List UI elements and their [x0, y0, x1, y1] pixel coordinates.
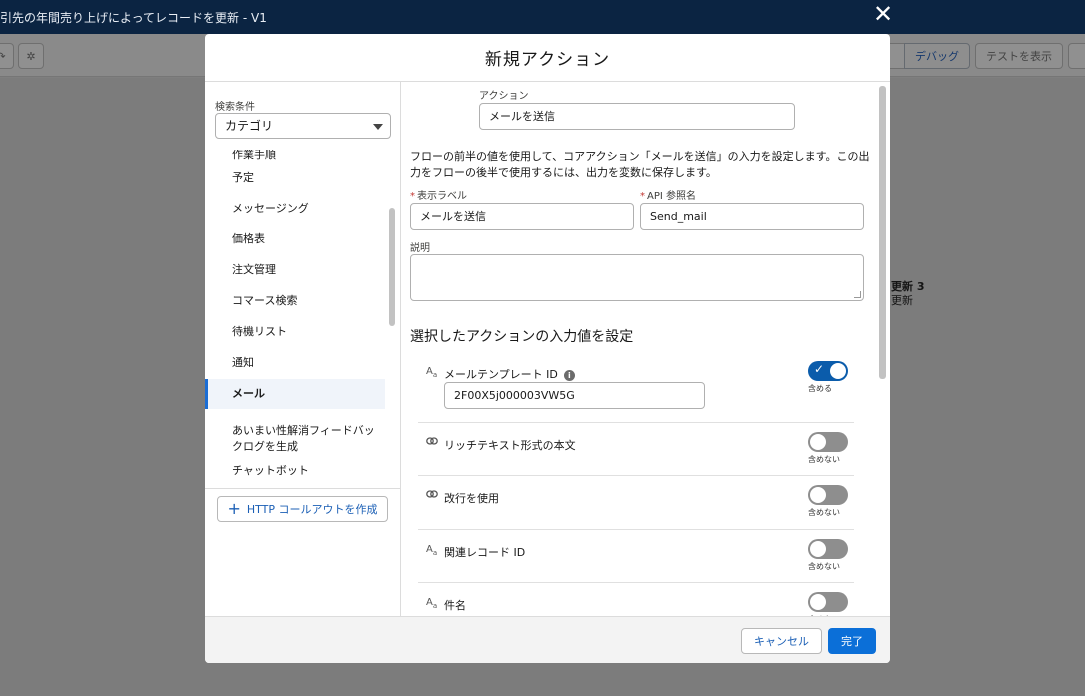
- category-item[interactable]: 通知: [205, 348, 385, 378]
- modal-header: 新規アクション: [205, 34, 890, 82]
- text-icon: Aa: [426, 597, 438, 610]
- api-name-label: * API 参照名: [640, 191, 696, 202]
- category-item[interactable]: コマース検索: [205, 286, 385, 316]
- view-tests-button[interactable]: テストを表示: [975, 43, 1063, 69]
- input-row: Aa件名含めない: [418, 583, 854, 616]
- category-item[interactable]: チャットボット: [205, 456, 385, 486]
- toggle-knob: [810, 487, 826, 503]
- category-item-label: 待機リスト: [232, 325, 287, 338]
- done-button[interactable]: 完了: [828, 628, 876, 654]
- email-template-id-value: 2F00X5j000003VW5G: [454, 389, 575, 402]
- include-toggle[interactable]: [808, 592, 848, 612]
- include-toggle[interactable]: [808, 485, 848, 505]
- description-label: 説明: [410, 243, 430, 254]
- category-item-label: チャットボット: [232, 464, 309, 477]
- flow-title: 引先の年間売り上げによってレコードを更新 - V1: [0, 11, 267, 25]
- modal-title: 新規アクション: [484, 50, 611, 70]
- chevron-down-icon: [373, 124, 383, 130]
- new-action-modal: 新規アクション 検索条件 カテゴリ 作業手順 予定メッセージング 価格表注文管理コ…: [205, 34, 890, 663]
- input-row: Aa 関連レコード ID 含めない: [418, 530, 854, 583]
- category-item[interactable]: あいまい性解消フィードバックログを生成: [205, 419, 385, 459]
- config-scrollbar[interactable]: [879, 86, 886, 379]
- category-select-value: カテゴリ: [225, 119, 274, 133]
- cancel-button[interactable]: キャンセル: [741, 628, 822, 654]
- link-icon: [426, 490, 438, 501]
- info-icon[interactable]: i: [563, 369, 575, 381]
- toggle-knob: [810, 541, 826, 557]
- toggle-state-label: 含める: [808, 384, 832, 393]
- action-field[interactable]: メールを送信: [479, 103, 795, 130]
- left-divider: [205, 488, 401, 489]
- input-row: 改行を使用含めない: [418, 476, 854, 530]
- category-item-label: 価格表: [232, 232, 265, 245]
- category-item[interactable]: 価格表: [205, 224, 385, 254]
- category-item-cut[interactable]: 作業手順: [232, 150, 276, 162]
- input-label: 件名: [444, 599, 466, 612]
- category-list: 作業手順 予定メッセージング 価格表注文管理コマース検索 待機リスト通知メールあいま…: [205, 150, 387, 488]
- app-header: 引先の年間売り上げによってレコードを更新 - V1: [0, 0, 1085, 34]
- debug-button[interactable]: デバッグ: [904, 43, 970, 69]
- action-label: アクション: [479, 91, 529, 102]
- input-row: Aa メールテンプレート ID i 2F00X5j000003VW5G ✓ 含める: [418, 352, 854, 423]
- modal-footer: キャンセル 完了: [205, 616, 890, 663]
- modal-body: 検索条件 カテゴリ 作業手順 予定メッセージング 価格表注文管理コマース検索 待機リ…: [205, 82, 890, 616]
- category-item-label: メール: [232, 387, 265, 400]
- category-item-label: 注文管理: [232, 263, 276, 276]
- api-name-field[interactable]: Send_mail: [640, 203, 864, 230]
- gear-icon[interactable]: ✲: [18, 43, 44, 69]
- create-http-callout-button[interactable]: + HTTP コールアウトを作成: [217, 496, 388, 522]
- resize-handle-icon[interactable]: [854, 291, 861, 298]
- filter-label: 検索条件: [215, 102, 255, 113]
- action-description: フローの前半の値を使用して、コアアクション「メールを送信」の入力を設定します。こ…: [410, 150, 870, 179]
- category-item[interactable]: 注文管理: [205, 255, 385, 285]
- toolbar-button-overflow[interactable]: [1068, 43, 1085, 69]
- toggle-state-label: 含めない: [808, 508, 840, 517]
- category-item-label: 通知: [232, 356, 254, 369]
- input-row: リッチテキスト形式の本文含めない: [418, 423, 854, 476]
- category-item-label: メッセージング: [232, 202, 309, 215]
- display-label-field[interactable]: メールを送信: [410, 203, 634, 230]
- redo-icon[interactable]: ↷: [0, 43, 14, 69]
- input-label: 関連レコード ID: [444, 546, 526, 559]
- input-label: リッチテキスト形式の本文: [444, 439, 576, 452]
- input-label: 改行を使用: [444, 492, 499, 505]
- toggle-knob: [830, 363, 846, 379]
- input-label: メールテンプレート ID i: [444, 366, 575, 382]
- text-icon: Aa: [426, 544, 438, 557]
- action-config-panel: アクション メールを送信 フローの前半の値を使用して、コアアクション「メールを送…: [402, 82, 890, 616]
- close-icon[interactable]: ✕: [872, 2, 894, 26]
- category-item[interactable]: メール: [205, 379, 385, 409]
- display-label-label: * 表示ラベル: [410, 191, 467, 202]
- api-name-value: Send_mail: [650, 210, 707, 223]
- text-icon: Aa: [426, 366, 438, 379]
- category-panel: 検索条件 カテゴリ 作業手順 予定メッセージング 価格表注文管理コマース検索 待機リ…: [205, 82, 401, 616]
- action-field-value: メールを送信: [489, 110, 555, 123]
- category-item-label: コマース検索: [232, 294, 298, 307]
- include-toggle[interactable]: ✓: [808, 361, 848, 381]
- category-item[interactable]: 待機リスト: [205, 317, 385, 347]
- link-icon: [426, 437, 438, 448]
- category-item[interactable]: 予定: [205, 163, 385, 193]
- plus-icon: +: [227, 499, 241, 518]
- toggle-knob: [810, 594, 826, 610]
- category-item-label: あいまい性解消フィードバックログを生成: [232, 424, 375, 453]
- include-toggle[interactable]: [808, 432, 848, 452]
- input-values-heading: 選択したアクションの入力値を設定: [410, 329, 634, 345]
- toggle-knob: [810, 434, 826, 450]
- category-scrollbar[interactable]: [389, 208, 395, 326]
- check-icon: ✓: [814, 362, 825, 376]
- email-template-id-field[interactable]: 2F00X5j000003VW5G: [444, 382, 705, 409]
- category-item[interactable]: メッセージング: [205, 194, 385, 224]
- category-select[interactable]: カテゴリ: [215, 113, 391, 139]
- toggle-state-label: 含めない: [808, 562, 840, 571]
- display-label-value: メールを送信: [420, 210, 486, 223]
- category-item-label: 予定: [232, 171, 254, 184]
- description-textarea[interactable]: [410, 254, 864, 301]
- create-http-callout-label: HTTP コールアウトを作成: [246, 503, 378, 516]
- toggle-state-label: 含めない: [808, 455, 840, 464]
- include-toggle[interactable]: [808, 539, 848, 559]
